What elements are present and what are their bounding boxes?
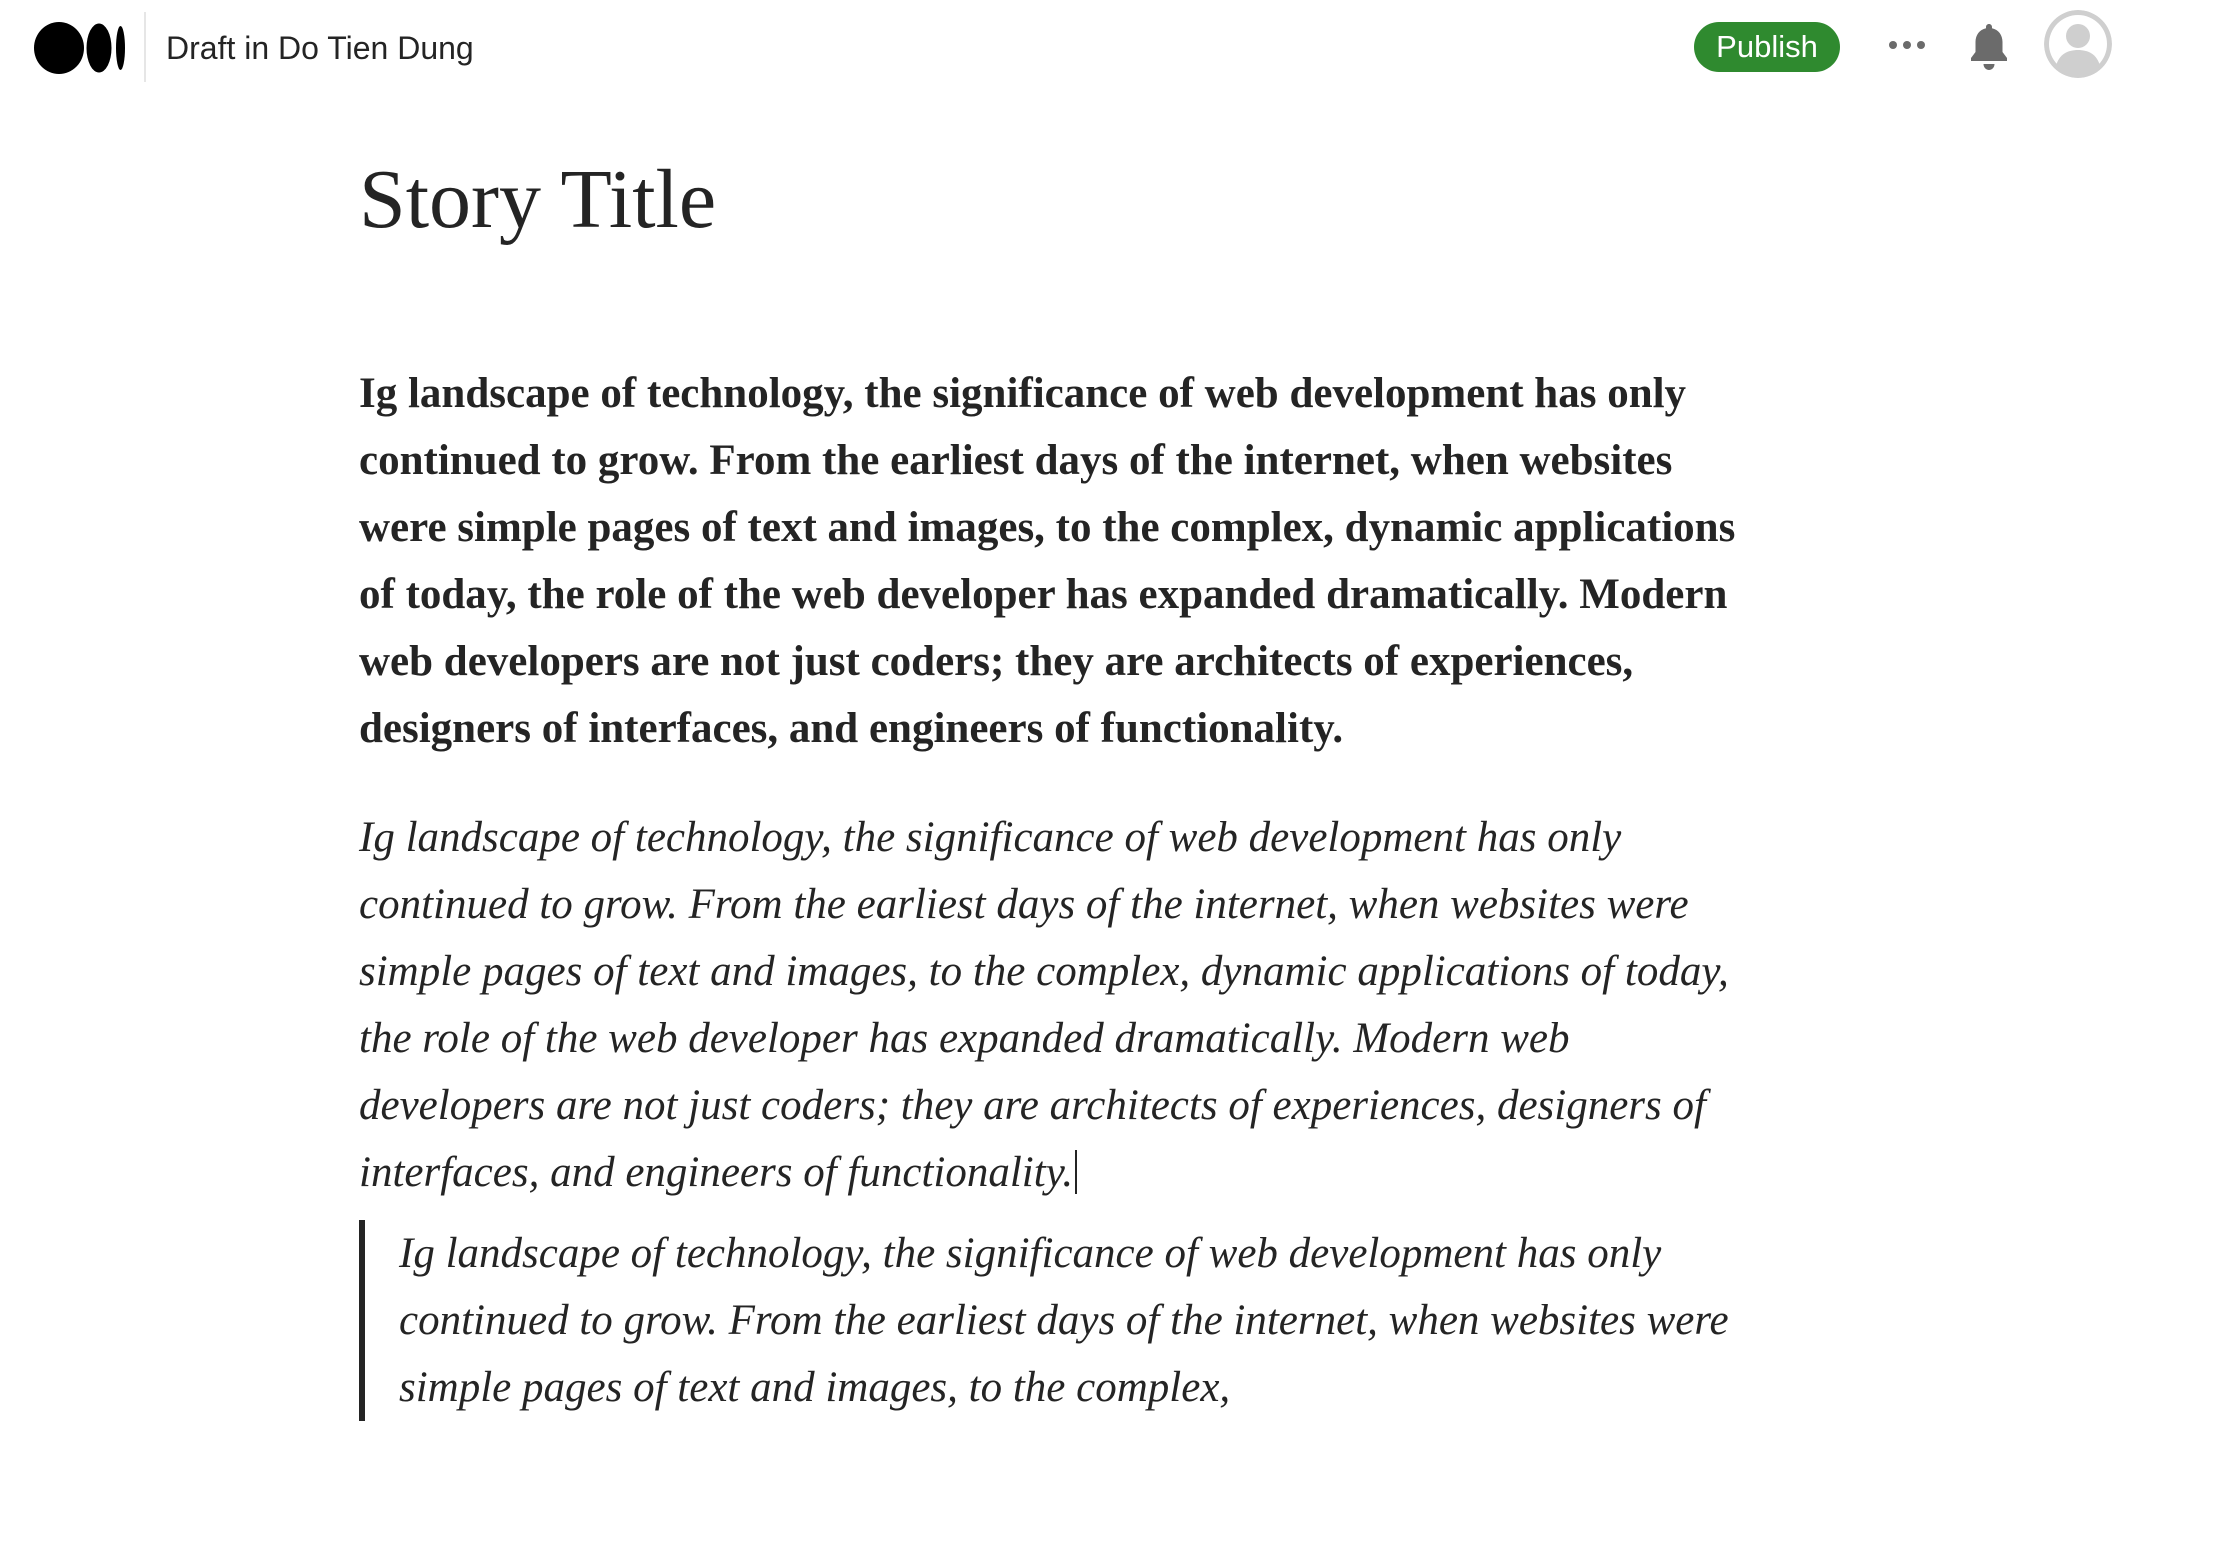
story-title[interactable]: Story Title xyxy=(359,140,1759,260)
text-cursor xyxy=(1075,1150,1078,1194)
user-avatar-icon[interactable] xyxy=(2044,10,2112,78)
notifications-button[interactable] xyxy=(1966,18,2012,74)
medium-logo-icon[interactable] xyxy=(34,22,126,74)
bell-icon xyxy=(1971,24,2007,70)
more-options-button[interactable] xyxy=(1882,22,1932,68)
story-paragraph-italic[interactable]: Ig landscape of technology, the signific… xyxy=(359,804,1759,1206)
story-paragraph-italic-text: Ig landscape of technology, the signific… xyxy=(359,814,1729,1196)
header-divider xyxy=(144,12,146,82)
story-paragraph-bold[interactable]: Ig landscape of technology, the signific… xyxy=(359,360,1759,762)
publish-button[interactable]: Publish xyxy=(1694,22,1840,72)
story-editor[interactable]: Story Title Ig landscape of technology, … xyxy=(359,140,1759,1421)
top-bar: Draft in Do Tien Dung Publish xyxy=(0,0,2222,100)
more-horizontal-icon xyxy=(1889,41,1925,49)
story-blockquote[interactable]: Ig landscape of technology, the signific… xyxy=(359,1220,1759,1421)
draft-location-label: Draft in Do Tien Dung xyxy=(166,30,474,66)
